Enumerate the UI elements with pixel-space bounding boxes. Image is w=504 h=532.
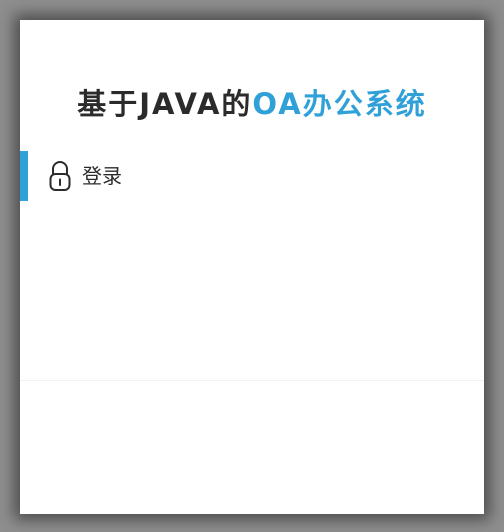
login-panel: 基于JAVA的OA办公系统 登录 bbox=[20, 20, 484, 514]
divider bbox=[20, 380, 484, 381]
title-prefix: 基于JAVA的 bbox=[77, 87, 253, 121]
menu-item-login[interactable]: 登录 bbox=[20, 151, 484, 201]
window-frame: 基于JAVA的OA办公系统 登录 bbox=[0, 0, 504, 532]
title-highlight: OA办公系统 bbox=[252, 87, 427, 121]
active-indicator bbox=[20, 151, 28, 201]
lock-icon bbox=[48, 160, 72, 192]
page-title: 基于JAVA的OA办公系统 bbox=[20, 84, 484, 124]
menu-item-login-label: 登录 bbox=[82, 164, 122, 188]
